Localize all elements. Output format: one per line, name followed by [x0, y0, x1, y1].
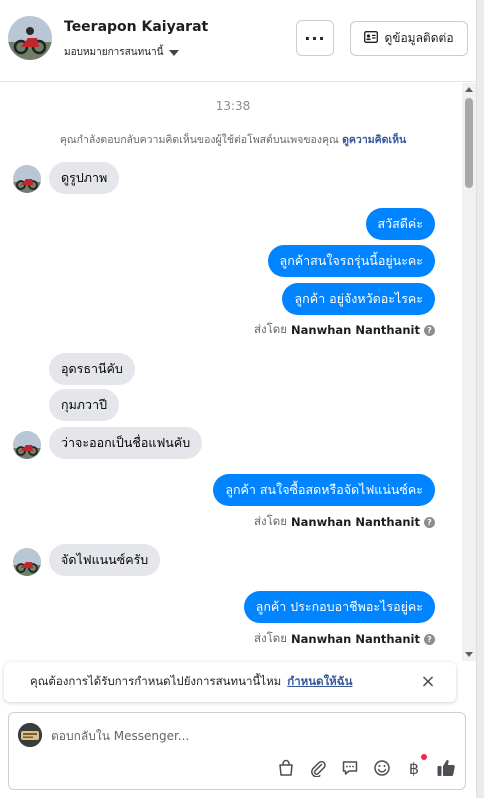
close-icon[interactable]: × — [418, 672, 438, 692]
assign-label: มอบหมายการสนทนานี้ — [64, 47, 164, 58]
caret-down-icon — [169, 49, 180, 56]
contact-card-icon — [364, 31, 379, 46]
sent-by-info: ส่งโดย Nanwhan Nanthanit ? — [254, 513, 435, 531]
sent-by-prefix: ส่งโดย — [253, 322, 288, 336]
sender-avatar — [13, 165, 41, 193]
thumbs-up-icon[interactable] — [435, 757, 457, 779]
baht-symbol: ฿ — [408, 758, 420, 778]
attachment-icon[interactable] — [307, 757, 329, 779]
message-bubble-outgoing[interactable]: ลูกค้า สนใจซื้อสดหรือจัดไฟแน่นซ์คะ — [213, 474, 435, 506]
view-contact-label: ดูข้อมูลติดต่อ — [384, 31, 454, 45]
emoji-icon[interactable] — [371, 757, 393, 779]
view-comment-link[interactable]: ดูความคิดเห็น — [342, 134, 406, 146]
bag-icon[interactable] — [275, 757, 297, 779]
message-composer: ฿ — [8, 712, 466, 790]
notification-dot — [421, 754, 427, 760]
reply-notice: คุณกำลังตอบกลับความคิดเห็นของผู้ใช้ต่อโพ… — [0, 131, 460, 148]
sender-avatar — [13, 431, 41, 459]
message-bubble-incoming[interactable]: กุมภวาปี — [49, 389, 120, 421]
message-bubble-incoming[interactable]: ดูรูปภาพ — [49, 162, 120, 194]
message-bubble-incoming[interactable]: จัดไฟแนนซ์ครับ — [49, 544, 161, 576]
more-options-button[interactable]: ··· — [296, 20, 334, 56]
sent-by-name: Nanwhan Nanthanit — [291, 515, 420, 529]
user-avatar[interactable] — [8, 16, 52, 60]
sent-by-info: ส่งโดย Nanwhan Nanthanit ? — [254, 630, 435, 648]
sent-by-prefix: ส่งโดย — [253, 631, 288, 645]
assign-conversation-dropdown[interactable]: มอบหมายการสนทนานี้ — [64, 45, 180, 60]
sent-by-name: Nanwhan Nanthanit — [291, 632, 420, 646]
contact-name[interactable]: Teerapon Kaiyarat — [64, 19, 208, 35]
sent-by-name: Nanwhan Nanthanit — [291, 323, 420, 337]
sender-avatar — [13, 548, 41, 576]
sent-by-info: ส่งโดย Nanwhan Nanthanit ? — [254, 321, 435, 339]
assign-reminder-text: คุณต้องการได้รับการกำหนดไปยังการสนทนานี้… — [30, 674, 282, 688]
message-thread[interactable]: 13:38 คุณกำลังตอบกลับความคิดเห็นของผู้ใช… — [0, 83, 460, 658]
more-options-label: ··· — [304, 28, 326, 48]
message-bubble-incoming[interactable]: อุดรธานีคับ — [49, 353, 135, 385]
scroll-up-arrow-icon[interactable] — [465, 87, 473, 92]
message-bubble-outgoing[interactable]: สวัสดีค่ะ — [365, 208, 435, 240]
sent-by-prefix: ส่งโดย — [253, 514, 288, 528]
reply-notice-text: คุณกำลังตอบกลับความคิดเห็นของผู้ใช้ต่อโพ… — [59, 134, 339, 146]
composer-toolbar: ฿ — [275, 754, 457, 779]
timestamp: 13:38 — [215, 99, 251, 113]
help-icon[interactable]: ? — [424, 516, 435, 528]
assign-reminder-banner: คุณต้องการได้รับการกำหนดไปยังการสนทนานี้… — [4, 662, 456, 702]
baht-icon[interactable]: ฿ — [403, 754, 427, 779]
help-icon[interactable]: ? — [424, 633, 435, 645]
scroll-down-arrow-icon[interactable] — [465, 652, 473, 657]
view-contact-button[interactable]: ดูข้อมูลติดต่อ — [350, 21, 468, 56]
message-bubble-outgoing[interactable]: ลูกค้า ประกอบอาชีพอะไรอยู่คะ — [243, 591, 435, 623]
conversation-header: Teerapon Kaiyarat มอบหมายการสนทนานี้ ···… — [0, 0, 476, 82]
help-icon[interactable]: ? — [424, 324, 435, 336]
message-bubble-incoming[interactable]: ว่าจะออกเป็นชื่อแฟนคับ — [49, 427, 203, 459]
chat-icon[interactable] — [339, 757, 361, 779]
page-avatar — [18, 723, 42, 747]
reply-input[interactable] — [51, 725, 451, 747]
message-bubble-outgoing[interactable]: ลูกค้า อยู่จังหวัดอะไรคะ — [282, 283, 435, 315]
scrollbar-thumb[interactable] — [465, 98, 473, 188]
window-edge — [476, 0, 484, 798]
message-bubble-outgoing[interactable]: ลูกค้าสนใจรถรุ่นนี้อยู่นะคะ — [267, 245, 435, 277]
assign-to-me-link[interactable]: กำหนดให้ฉัน — [287, 673, 352, 691]
